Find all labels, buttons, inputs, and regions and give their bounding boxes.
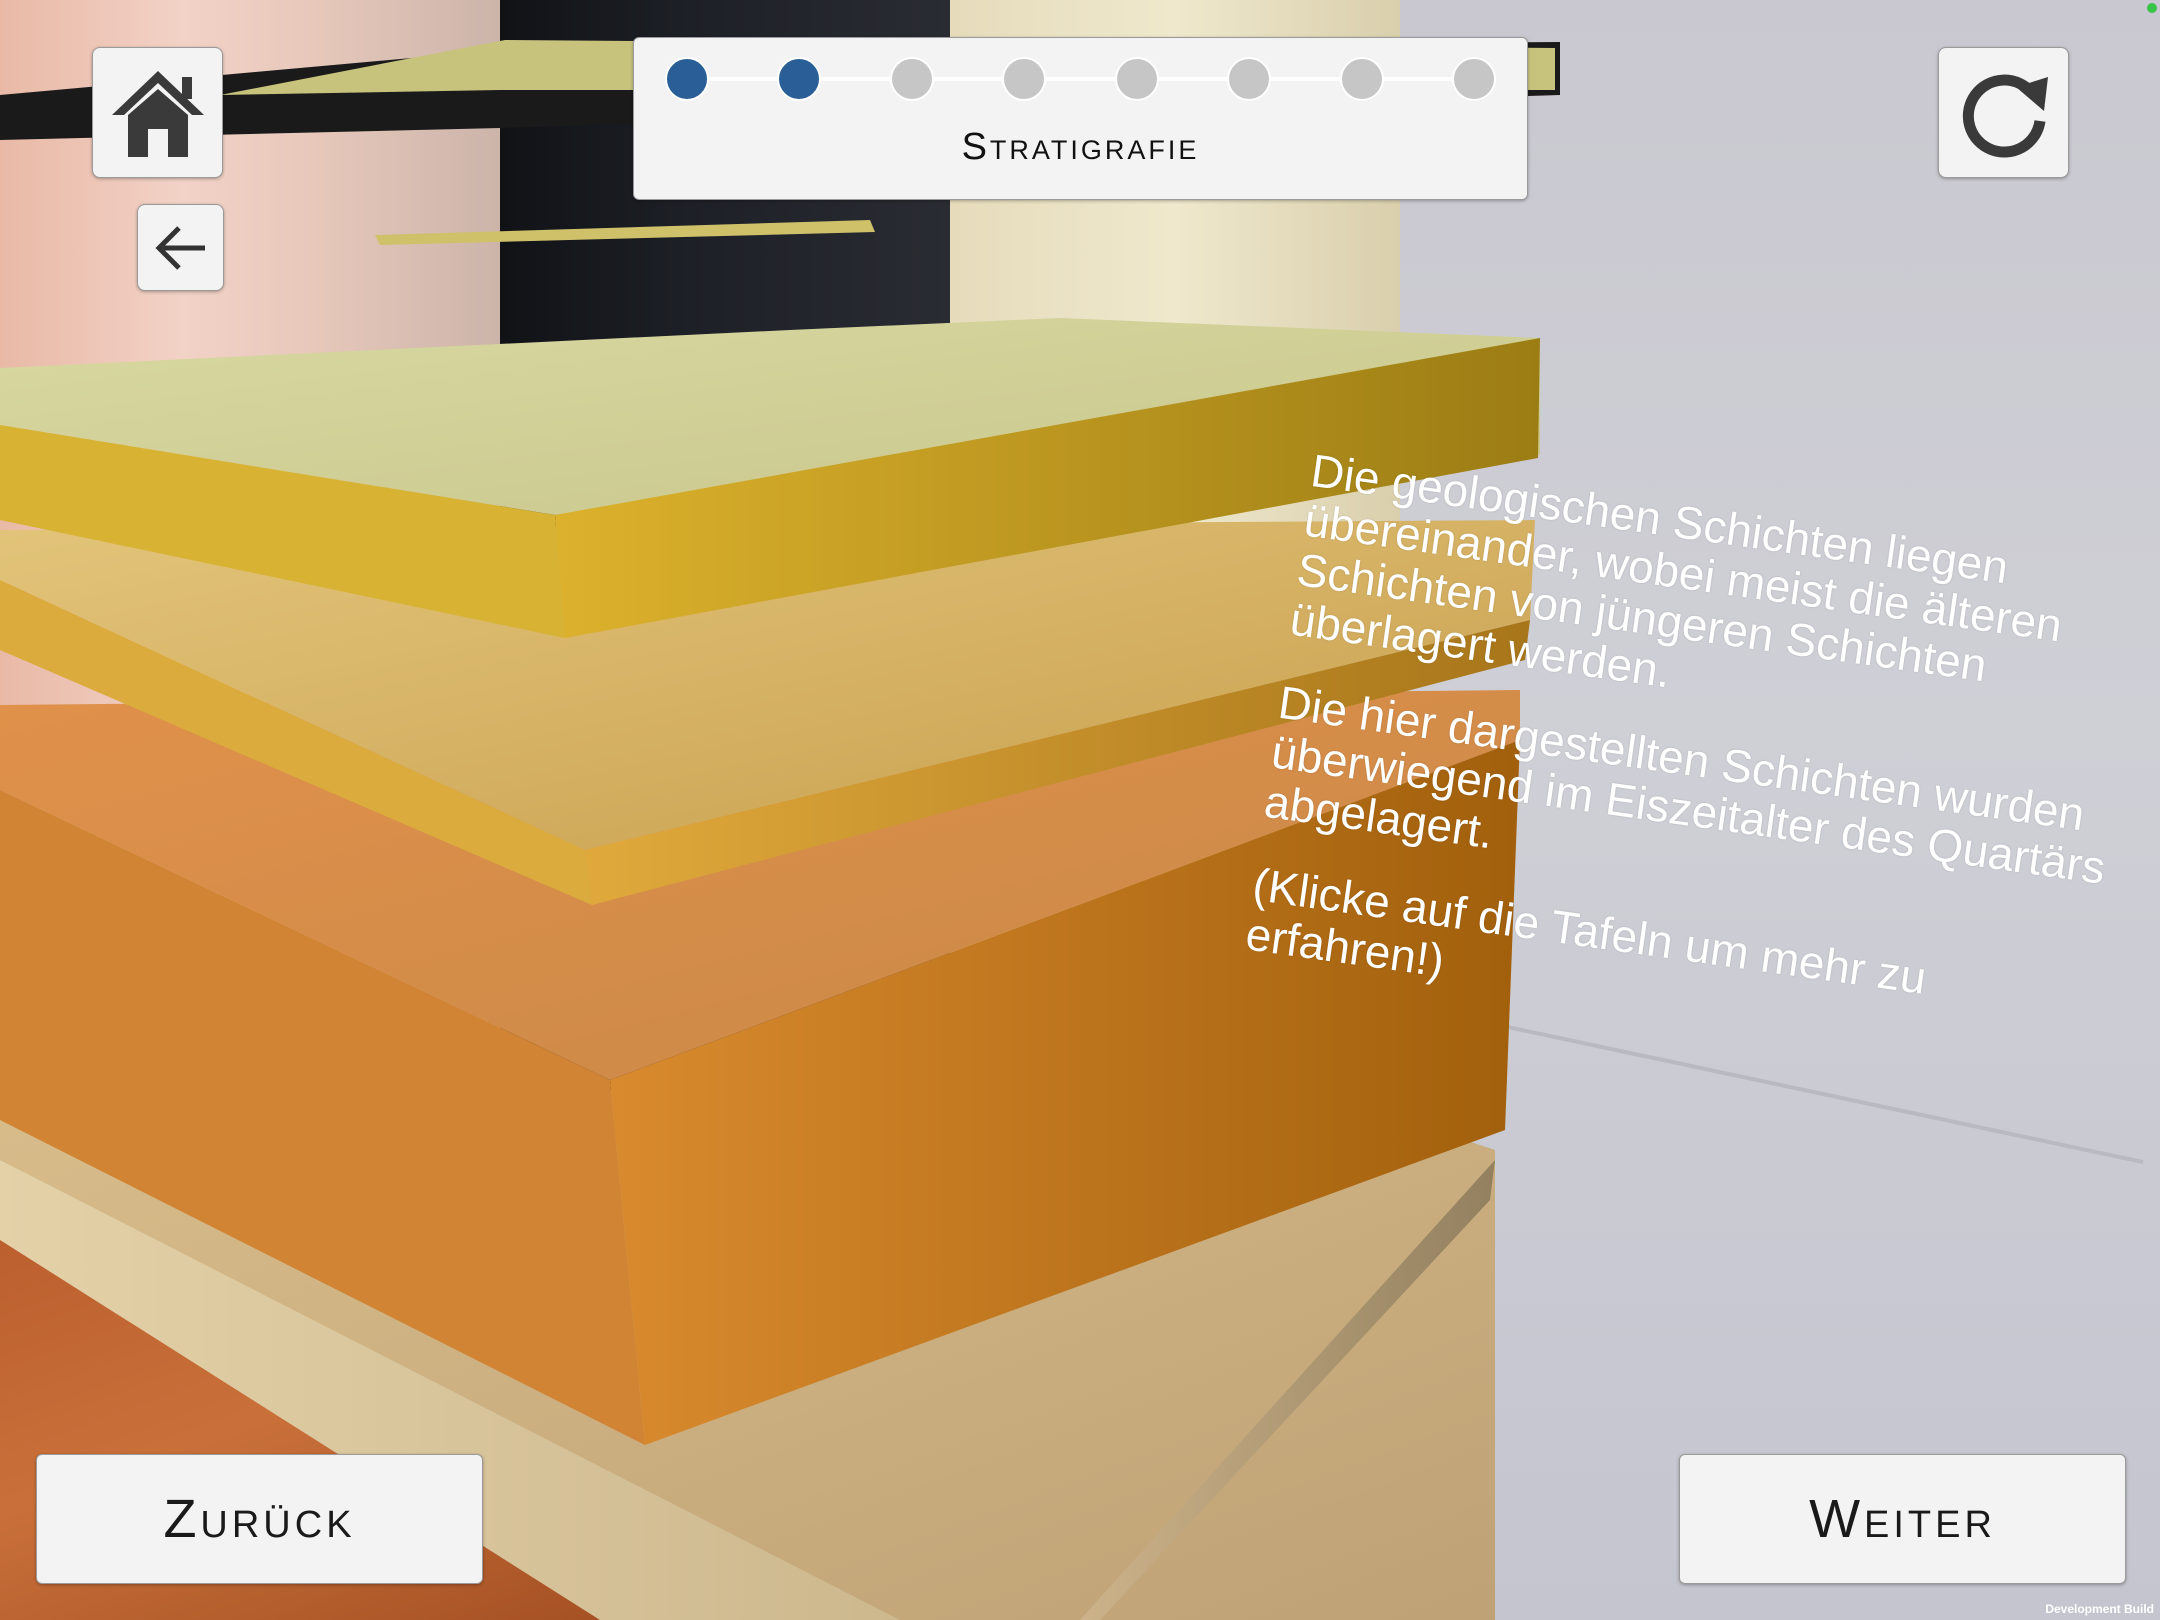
home-button[interactable] [92,47,223,178]
ar-camera-scene: Die geologischen Schichten liegen überei… [0,0,2160,1620]
development-build-label: Development Build [2045,1602,2154,1616]
refresh-button[interactable] [1938,47,2069,178]
step-dot-4[interactable] [1002,57,1046,101]
step-dot-2[interactable] [777,57,821,101]
step-dot-8[interactable] [1452,57,1496,101]
next-button[interactable]: Weiter [1679,1454,2126,1584]
info-text-block: Die geologischen Schichten liegen überei… [1238,444,2157,1110]
progress-panel: Stratigrafie [633,37,1528,200]
arrow-left-icon [154,225,205,270]
back-arrow-button[interactable] [137,204,224,291]
previous-button[interactable]: Zurück [36,1454,483,1584]
step-dot-7[interactable] [1340,57,1384,101]
status-indicator [2147,3,2157,13]
step-dot-1[interactable] [665,57,709,101]
home-icon [111,70,204,157]
section-title: Stratigrafie [961,126,1200,168]
step-dot-6[interactable] [1227,57,1271,101]
step-dot-5[interactable] [1115,57,1159,101]
refresh-icon [1962,74,2048,157]
step-dot-3[interactable] [890,57,934,101]
